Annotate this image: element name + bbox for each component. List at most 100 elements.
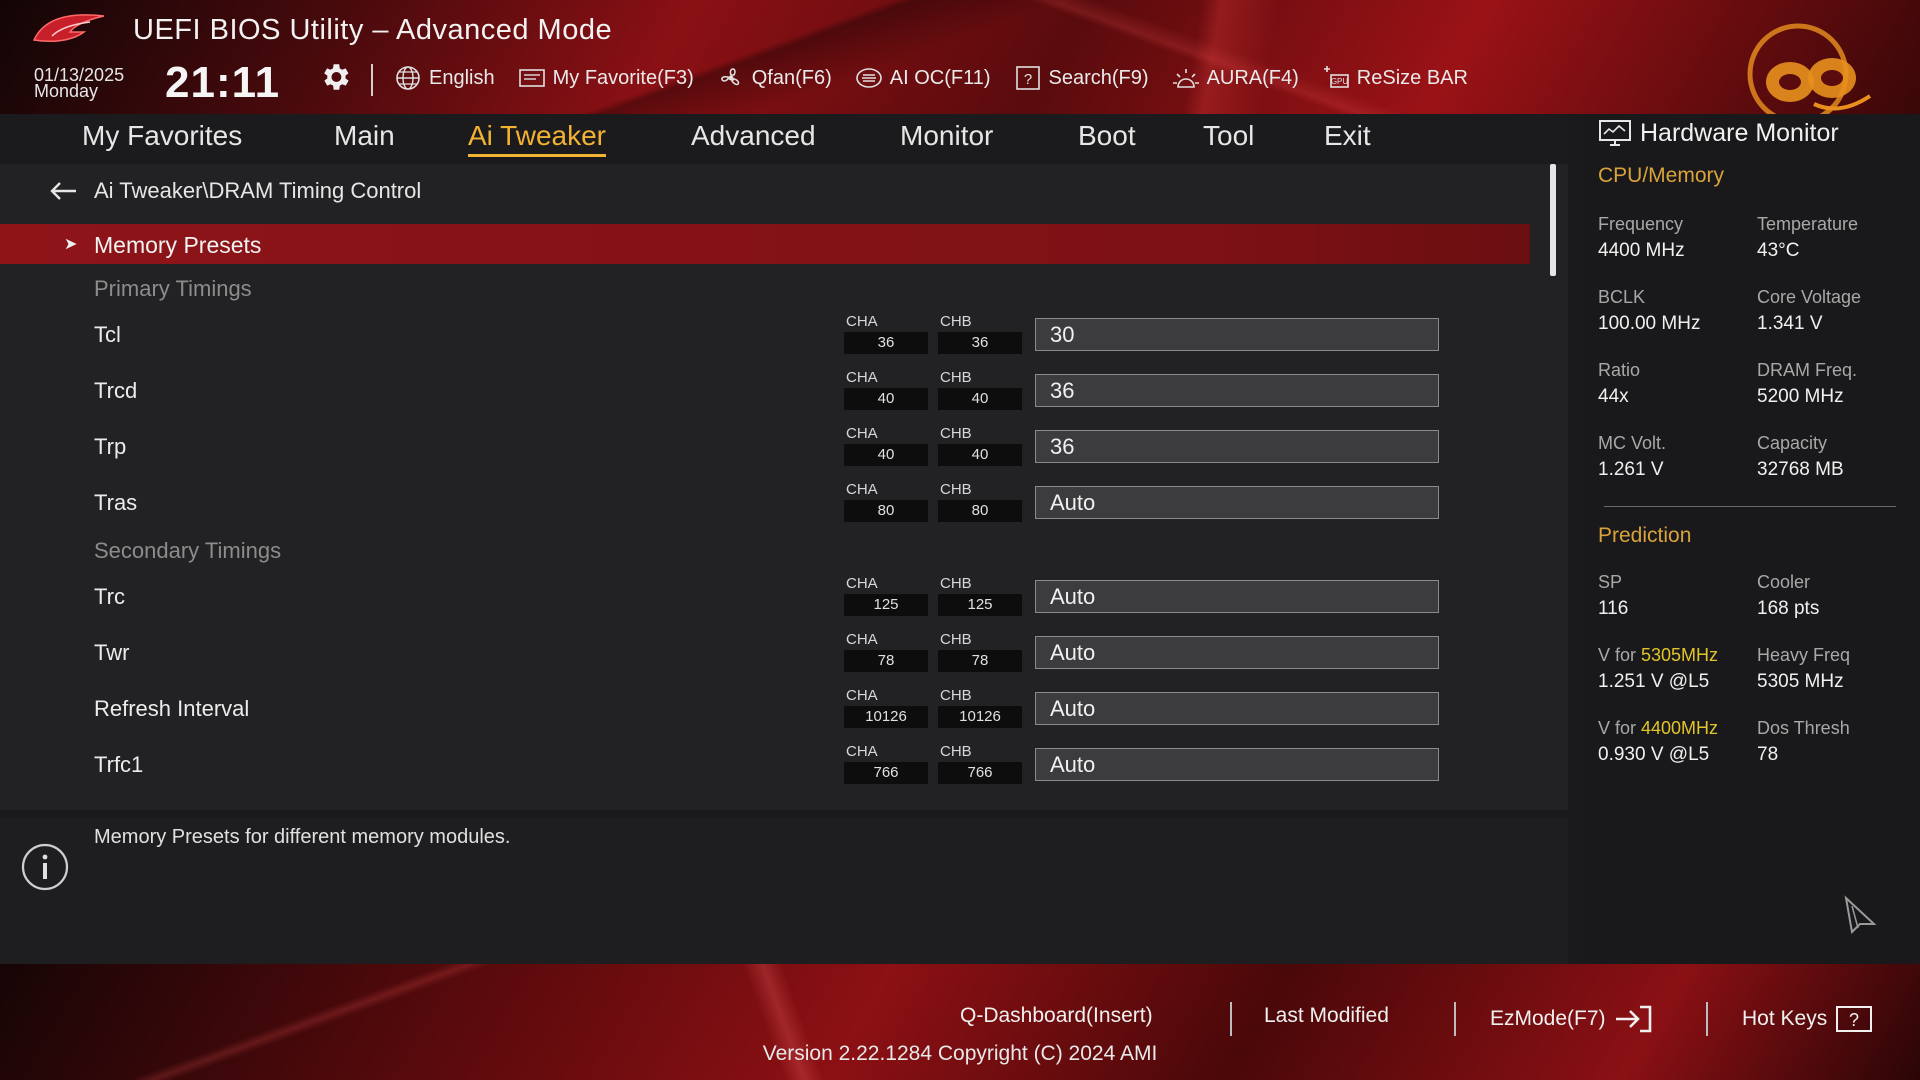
qfan-button[interactable]: Qfan(F6) (716, 65, 832, 91)
cooler-label: Cooler (1757, 572, 1811, 592)
last-modified-button[interactable]: Last Modified (1264, 1004, 1389, 1028)
tras-value-field[interactable]: Auto (1035, 486, 1439, 519)
chb-value: 80 (938, 500, 1022, 522)
refresh-interval-value-field[interactable]: Auto (1035, 692, 1439, 725)
section-divider (1604, 506, 1896, 507)
cha-label: CHA (846, 631, 878, 648)
back-arrow-icon[interactable] (48, 179, 78, 203)
language-label: English (429, 66, 495, 89)
mc-volt-label: MC Volt. (1598, 433, 1667, 453)
chb-label: CHB (940, 313, 972, 330)
language-button[interactable]: English (393, 65, 495, 91)
scrollbar[interactable] (1550, 164, 1556, 276)
globe-icon (396, 66, 420, 90)
timing-label-tras: Tras (94, 490, 138, 515)
chb-readout: CHB 10126 (938, 687, 1022, 729)
tab-exit[interactable]: Exit (1324, 120, 1371, 152)
footer-divider (1706, 1002, 1708, 1036)
timing-label-trfc1: Trfc1 (94, 752, 144, 777)
chb-value: 36 (938, 332, 1022, 354)
info-icon (21, 843, 69, 891)
q-dashboard-button[interactable]: Q-Dashboard(Insert) (960, 1004, 1153, 1028)
bclk-value: 100.00 MHz (1598, 313, 1701, 334)
hot-keys-button[interactable]: Hot Keys ? (1742, 1004, 1873, 1034)
cha-value: 36 (844, 332, 928, 354)
chb-value: 78 (938, 650, 1022, 672)
header-divider (371, 64, 373, 96)
chb-value: 40 (938, 388, 1022, 410)
trp-value-field[interactable]: 36 (1035, 430, 1439, 463)
dram-freq-value: 5200 MHz (1757, 386, 1844, 407)
info-bar: Memory Presets for different memory modu… (0, 818, 1568, 964)
ezmode-button[interactable]: EzMode(F7) (1490, 1004, 1654, 1034)
chb-readout: CHB 766 (938, 743, 1022, 785)
twr-value-field[interactable]: Auto (1035, 636, 1439, 669)
timing-label-trp: Trp (94, 434, 127, 459)
aura-label: AURA(F4) (1206, 66, 1299, 89)
aura-button[interactable]: AURA(F4) (1171, 65, 1299, 91)
tab-boot[interactable]: Boot (1078, 120, 1136, 152)
trc-value-field[interactable]: Auto (1035, 580, 1439, 613)
cha-readout: CHA 40 (844, 425, 928, 467)
chb-value: 766 (938, 762, 1022, 784)
breadcrumb[interactable]: Ai Tweaker\DRAM Timing Control (48, 178, 421, 204)
cooler-value: 168 pts (1757, 598, 1820, 619)
svg-text:?: ? (1023, 71, 1031, 88)
qfan-label: Qfan(F6) (751, 66, 832, 89)
cha-value: 766 (844, 762, 928, 784)
hot-keys-label: Hot Keys (1742, 1007, 1828, 1030)
cha-readout: CHA 36 (844, 313, 928, 355)
dram-freq-label: DRAM Freq. (1757, 360, 1858, 380)
footer-divider (1454, 1002, 1456, 1036)
frequency-value: 4400 MHz (1598, 240, 1685, 261)
tab-monitor[interactable]: Monitor (900, 120, 993, 152)
cpu-memory-heading: CPU/Memory (1598, 164, 1725, 187)
chb-label: CHB (940, 631, 972, 648)
my-favorite-button[interactable]: My Favorite(F3) (517, 65, 694, 91)
tcl-value-field[interactable]: 30 (1035, 318, 1439, 351)
hardware-monitor-label: Hardware Monitor (1640, 118, 1839, 147)
v-for-freq-label: V for 5305MHz (1598, 645, 1718, 666)
resize-bar-button[interactable]: GPU ReSize BAR (1321, 65, 1468, 91)
chb-label: CHB (940, 575, 972, 592)
memory-presets-label[interactable]: Memory Presets (94, 232, 261, 259)
cha-readout: CHA 80 (844, 481, 928, 523)
chb-readout: CHB 40 (938, 425, 1022, 467)
cha-value: 125 (844, 594, 928, 616)
gear-icon[interactable] (318, 60, 352, 94)
chb-readout: CHB 36 (938, 313, 1022, 355)
ai-oc-label: AI OC(F11) (889, 66, 991, 89)
timing-label-tcl: Tcl (94, 322, 121, 347)
sp-label: SP (1598, 572, 1623, 592)
trfc1-value-field[interactable]: Auto (1035, 748, 1439, 781)
version-text: Version 2.22.1284 Copyright (C) 2024 AMI (762, 1042, 1158, 1065)
search-label: Search(F9) (1048, 66, 1149, 89)
chb-label: CHB (940, 687, 972, 704)
tab-ai-tweaker[interactable]: Ai Tweaker (468, 120, 606, 157)
core-voltage-value: 1.341 V (1757, 313, 1823, 334)
tab-advanced[interactable]: Advanced (691, 120, 816, 152)
chb-readout: CHB 80 (938, 481, 1022, 523)
help-text: Memory Presets for different memory modu… (94, 826, 511, 848)
search-button[interactable]: ? Search(F9) (1013, 65, 1149, 91)
fan-icon (720, 68, 739, 86)
temperature-value: 43°C (1757, 240, 1800, 261)
timing-label-twr: Twr (94, 640, 130, 665)
tab-tool[interactable]: Tool (1203, 120, 1254, 152)
tab-my-favorites[interactable]: My Favorites (82, 120, 242, 152)
dos-thresh-value: 78 (1757, 744, 1779, 765)
resize-bar-label: ReSize BAR (1356, 66, 1468, 89)
cha-label: CHA (846, 313, 878, 330)
ai-oc-icon (855, 68, 882, 88)
cha-label: CHA (846, 743, 878, 760)
trcd-value-field[interactable]: 36 (1035, 374, 1439, 407)
ai-oc-button[interactable]: AI OC(F11) (854, 65, 991, 91)
chb-readout: CHB 125 (938, 575, 1022, 617)
prediction-heading: Prediction (1598, 524, 1692, 547)
footer-bar: Q-Dashboard(Insert) Last Modified EzMode… (0, 964, 1920, 1080)
cha-readout: CHA 766 (844, 743, 928, 785)
temperature-label: Temperature (1757, 214, 1859, 234)
tab-main[interactable]: Main (334, 120, 395, 152)
cha-readout: CHA 78 (844, 631, 928, 673)
capacity-label: Capacity (1757, 433, 1828, 453)
